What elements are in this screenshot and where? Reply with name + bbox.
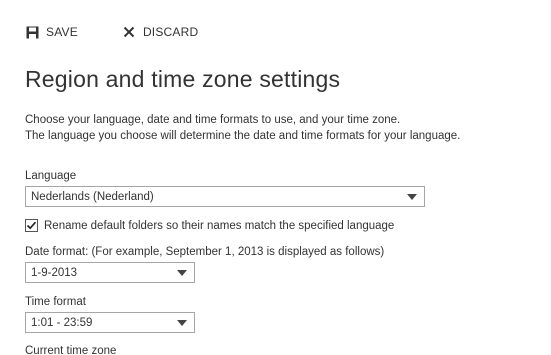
save-button[interactable]: SAVE [25,25,78,39]
time-format-label: Time format [25,296,86,308]
language-select[interactable]: Nederlands (Nederland) [25,186,425,207]
date-format-label: Date format: (For example, September 1, … [25,246,385,258]
chevron-down-icon [407,194,417,200]
intro-line-2: The language you choose will determine t… [25,130,461,142]
intro-line-1: Choose your language, date and time form… [25,114,401,126]
floppy-disk-icon [25,25,39,39]
save-label: SAVE [46,25,78,39]
time-format-select-value: 1:01 - 23:59 [31,316,93,329]
toolbar: SAVE DISCARD [25,22,198,42]
intro-text: Choose your language, date and time form… [25,112,460,144]
language-select-value: Nederlands (Nederland) [31,190,154,203]
chevron-down-icon [177,320,187,326]
language-label: Language [25,170,77,182]
time-zone-label: Current time zone [25,345,117,355]
page-title: Region and time zone settings [25,66,341,92]
settings-page: SAVE DISCARD Region and time zone settin… [0,0,551,355]
discard-label: DISCARD [142,25,199,39]
close-x-icon [122,25,136,39]
date-format-select-value: 1-9-2013 [31,266,78,279]
rename-folders-checkbox[interactable] [25,219,38,232]
time-format-select[interactable]: 1:01 - 23:59 [25,312,195,333]
rename-folders-checkbox-row[interactable]: Rename default folders so their names ma… [25,219,394,232]
date-format-select[interactable]: 1-9-2013 [25,262,195,283]
discard-button[interactable]: DISCARD [122,25,198,39]
rename-folders-label: Rename default folders so their names ma… [44,219,395,232]
chevron-down-icon [177,270,187,276]
checkmark-icon [26,221,37,230]
